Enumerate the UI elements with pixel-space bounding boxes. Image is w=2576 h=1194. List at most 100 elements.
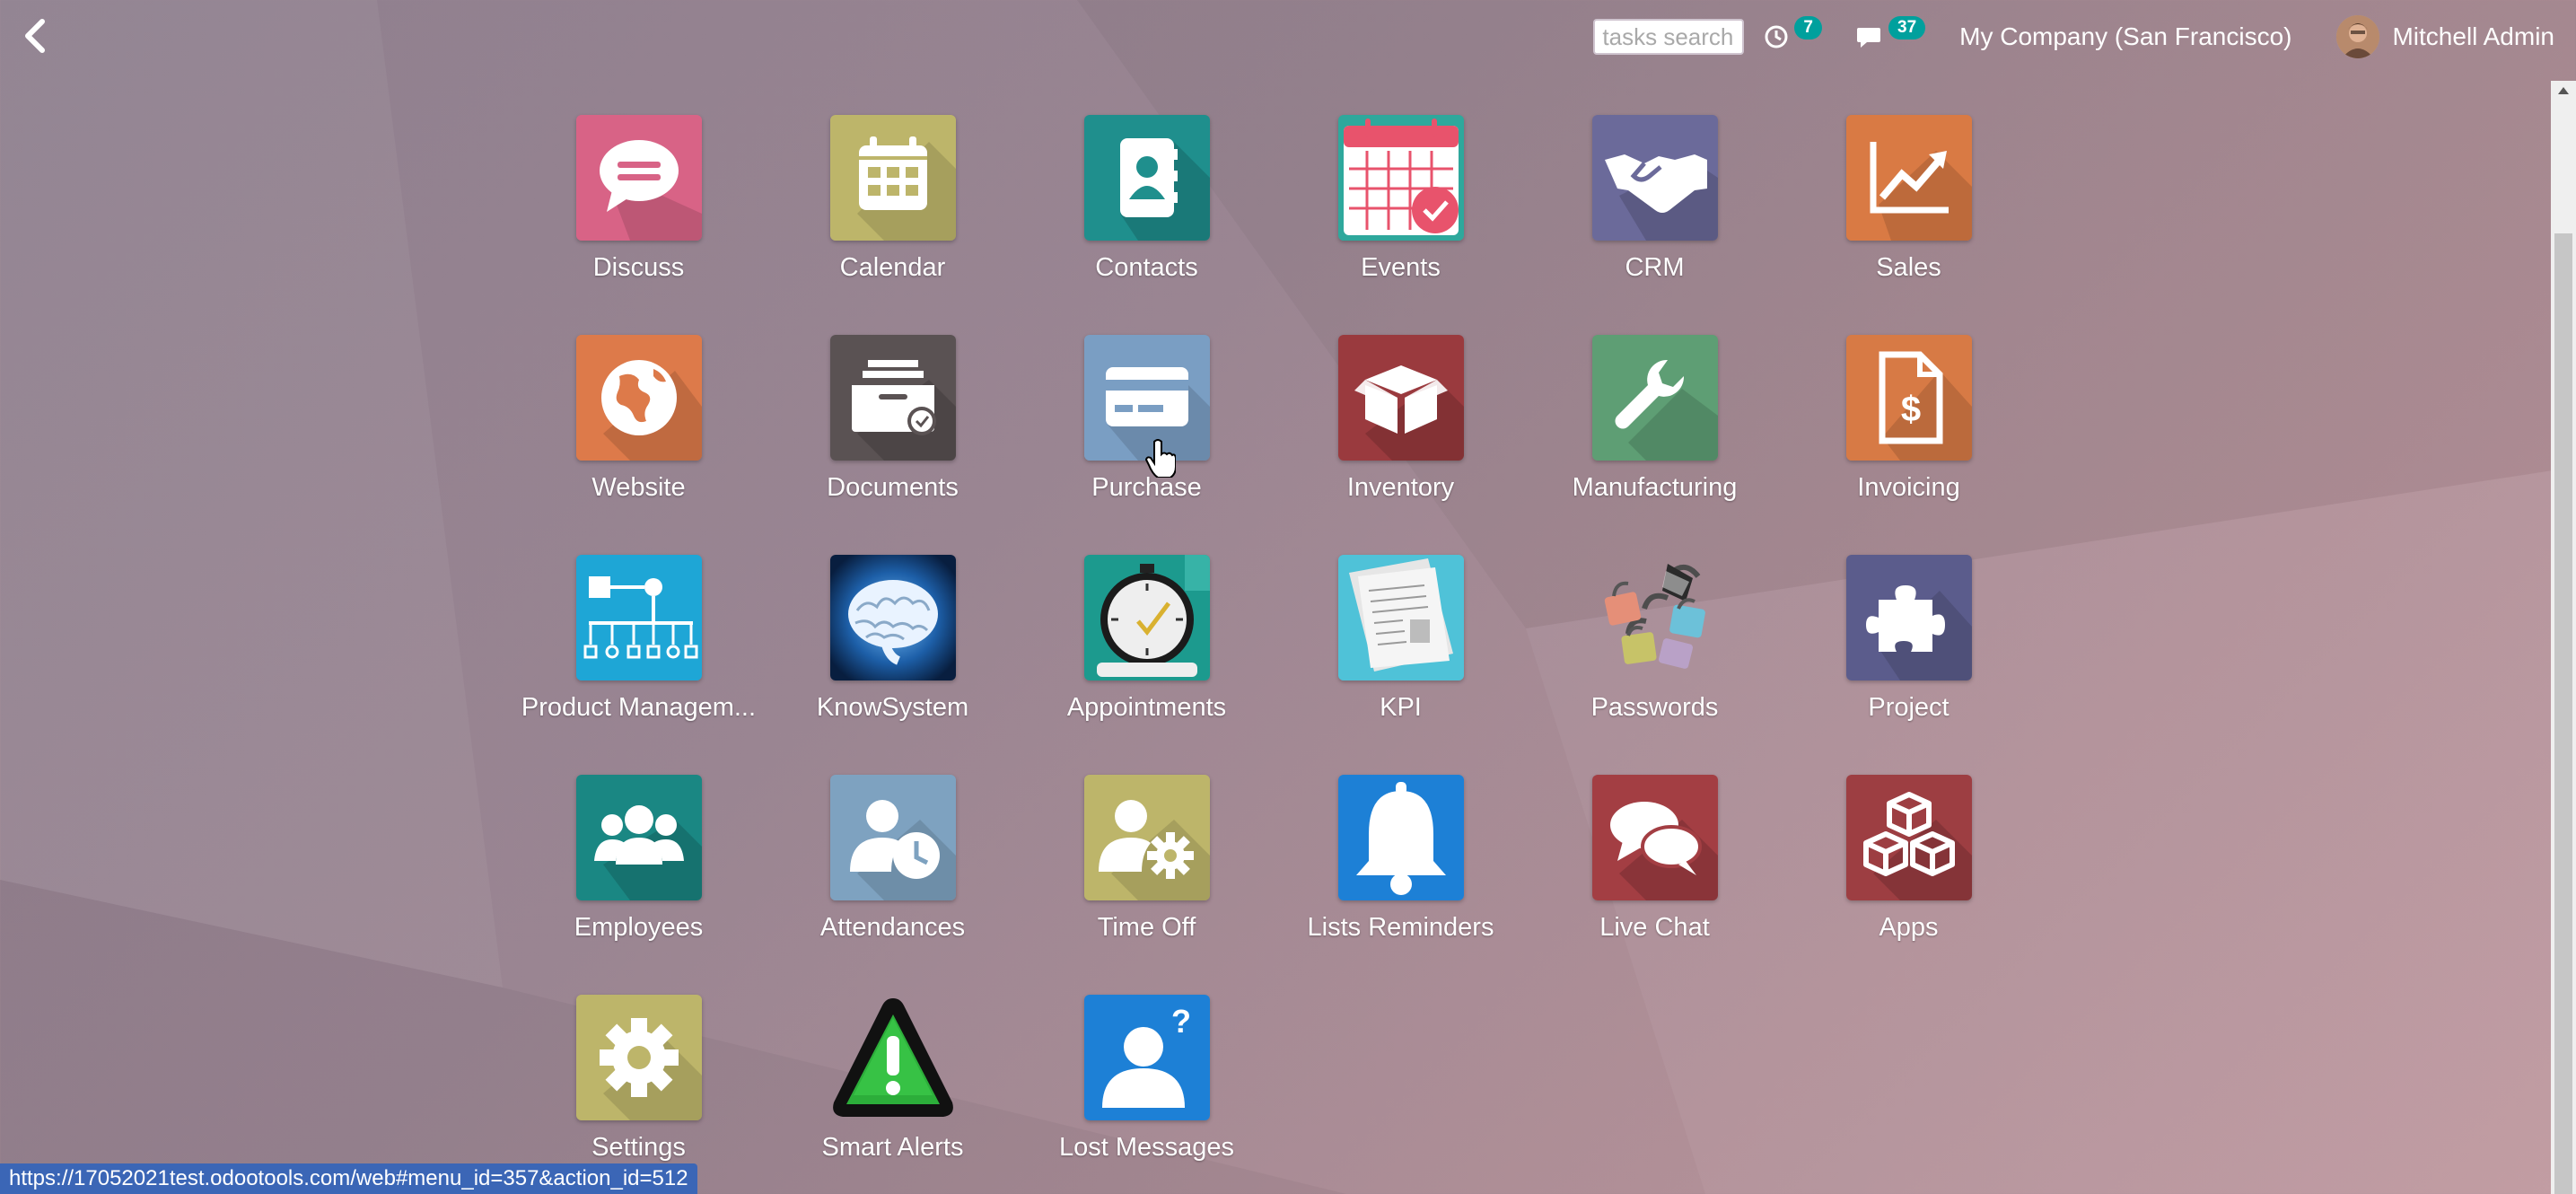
app-tile <box>1083 775 1210 900</box>
app-smart-alerts[interactable]: Smart Alerts <box>766 995 1020 1194</box>
app-label: Events <box>1361 253 1441 282</box>
scrollbar[interactable] <box>2551 81 2576 1194</box>
app-purchase[interactable]: Purchase <box>1020 335 1274 555</box>
app-tile <box>575 775 702 900</box>
app-tile <box>575 335 702 461</box>
systray: 7 37 My Company (San Francisco) Mitchell… <box>1593 9 2554 65</box>
newspaper-icon <box>1337 555 1464 680</box>
app-tile <box>1592 555 1718 680</box>
padlocks-icon <box>1604 564 1705 669</box>
app-appointments[interactable]: Appointments <box>1020 555 1274 775</box>
messages-count-badge: 37 <box>1888 16 1926 40</box>
messages-button[interactable]: 37 <box>1856 16 1926 49</box>
app-product-management[interactable]: Product Managem... <box>512 555 766 775</box>
app-label: Smart Alerts <box>821 1133 964 1162</box>
handshake-icon <box>1591 115 1718 241</box>
app-knowsystem[interactable]: KnowSystem <box>766 555 1020 775</box>
svg-text:$: $ <box>1900 390 1920 429</box>
wrench-icon <box>1591 335 1718 461</box>
app-kpi[interactable]: KPI <box>1274 555 1528 775</box>
app-label: Live Chat <box>1599 913 1710 942</box>
app-tile <box>1337 335 1464 461</box>
calendar-icon <box>829 115 956 241</box>
app-events[interactable]: Events <box>1274 115 1528 335</box>
app-manufacturing[interactable]: Manufacturing <box>1528 335 1782 555</box>
app-tile: ? <box>1083 995 1210 1120</box>
app-label: Project <box>1868 693 1950 722</box>
open-box-icon <box>1337 335 1464 461</box>
app-tile <box>830 995 956 1120</box>
app-crm[interactable]: CRM <box>1528 115 1782 335</box>
back-button[interactable] <box>16 16 56 56</box>
activities-button[interactable]: 7 <box>1764 16 1822 49</box>
bell-icon <box>1337 775 1464 900</box>
org-chart-icon <box>575 555 702 680</box>
scroll-up-arrow-icon[interactable] <box>2551 84 2576 102</box>
app-tile <box>1591 115 1718 241</box>
app-apps[interactable]: Apps <box>1782 775 2036 995</box>
invoice-dollar-icon: $ <box>1845 335 1972 461</box>
app-tile <box>575 555 702 680</box>
user-menu[interactable]: Mitchell Admin <box>2336 15 2554 58</box>
app-label: Discuss <box>592 253 685 282</box>
app-documents[interactable]: Documents <box>766 335 1020 555</box>
app-label: Lost Messages <box>1058 1133 1235 1162</box>
app-label: Contacts <box>1095 253 1198 282</box>
scrollbar-thumb[interactable] <box>2554 233 2572 1194</box>
app-attendances[interactable]: Attendances <box>766 775 1020 995</box>
app-tile <box>1337 115 1464 241</box>
user-gear-icon <box>1083 775 1210 900</box>
app-tile <box>575 115 702 241</box>
app-invoicing[interactable]: $ Invoicing <box>1782 335 2036 555</box>
clock-icon <box>1765 25 1788 48</box>
app-label: Appointments <box>1066 693 1227 722</box>
app-sales[interactable]: Sales <box>1782 115 2036 335</box>
app-employees[interactable]: Employees <box>512 775 766 995</box>
avatar <box>2336 15 2380 58</box>
app-lists-reminders[interactable]: Lists Reminders <box>1274 775 1528 995</box>
app-inventory[interactable]: Inventory <box>1274 335 1528 555</box>
user-clock-icon <box>829 775 956 900</box>
app-label: Purchase <box>1091 473 1202 502</box>
tasks-search-input[interactable] <box>1593 19 1745 55</box>
app-calendar[interactable]: Calendar <box>766 115 1020 335</box>
address-book-icon <box>1083 115 1210 241</box>
company-switcher[interactable]: My Company (San Francisco) <box>1959 22 2291 51</box>
app-tile <box>1845 775 1972 900</box>
cubes-icon <box>1845 775 1972 900</box>
app-tile <box>1845 555 1972 680</box>
trend-chart-icon <box>1845 115 1972 241</box>
app-label: Website <box>591 473 686 502</box>
app-tile <box>575 995 702 1120</box>
app-time-off[interactable]: Time Off <box>1020 775 1274 995</box>
app-label: Passwords <box>1590 693 1719 722</box>
app-label: Inventory <box>1346 473 1455 502</box>
app-label: Calendar <box>839 253 946 282</box>
puzzle-icon <box>1845 555 1972 680</box>
app-website[interactable]: Website <box>512 335 766 555</box>
app-tile <box>1083 555 1210 680</box>
app-label: Employees <box>574 913 704 942</box>
app-grid: Discuss Calendar Contacts Events CRM Sal… <box>512 115 2037 1194</box>
app-label: KnowSystem <box>816 693 969 722</box>
app-label: Time Off <box>1097 913 1196 942</box>
app-passwords[interactable]: Passwords <box>1528 555 1782 775</box>
app-tile <box>1591 335 1718 461</box>
app-label: Attendances <box>819 913 966 942</box>
stopwatch-icon <box>1083 555 1210 680</box>
app-label: Product Managem... <box>521 693 757 722</box>
app-discuss[interactable]: Discuss <box>512 115 766 335</box>
gear-icon <box>575 995 702 1120</box>
app-label: Lists Reminders <box>1307 913 1494 942</box>
app-project[interactable]: Project <box>1782 555 2036 775</box>
app-tile <box>1845 115 1972 241</box>
app-lost-messages[interactable]: ? Lost Messages <box>1020 995 1274 1194</box>
app-tile <box>829 335 956 461</box>
app-contacts[interactable]: Contacts <box>1020 115 1274 335</box>
chat-bubble-icon <box>575 115 702 241</box>
brain-icon <box>829 555 956 680</box>
credit-card-icon <box>1083 335 1210 461</box>
app-live-chat[interactable]: Live Chat <box>1528 775 1782 995</box>
app-tile <box>1337 555 1464 680</box>
app-tile <box>829 555 956 680</box>
